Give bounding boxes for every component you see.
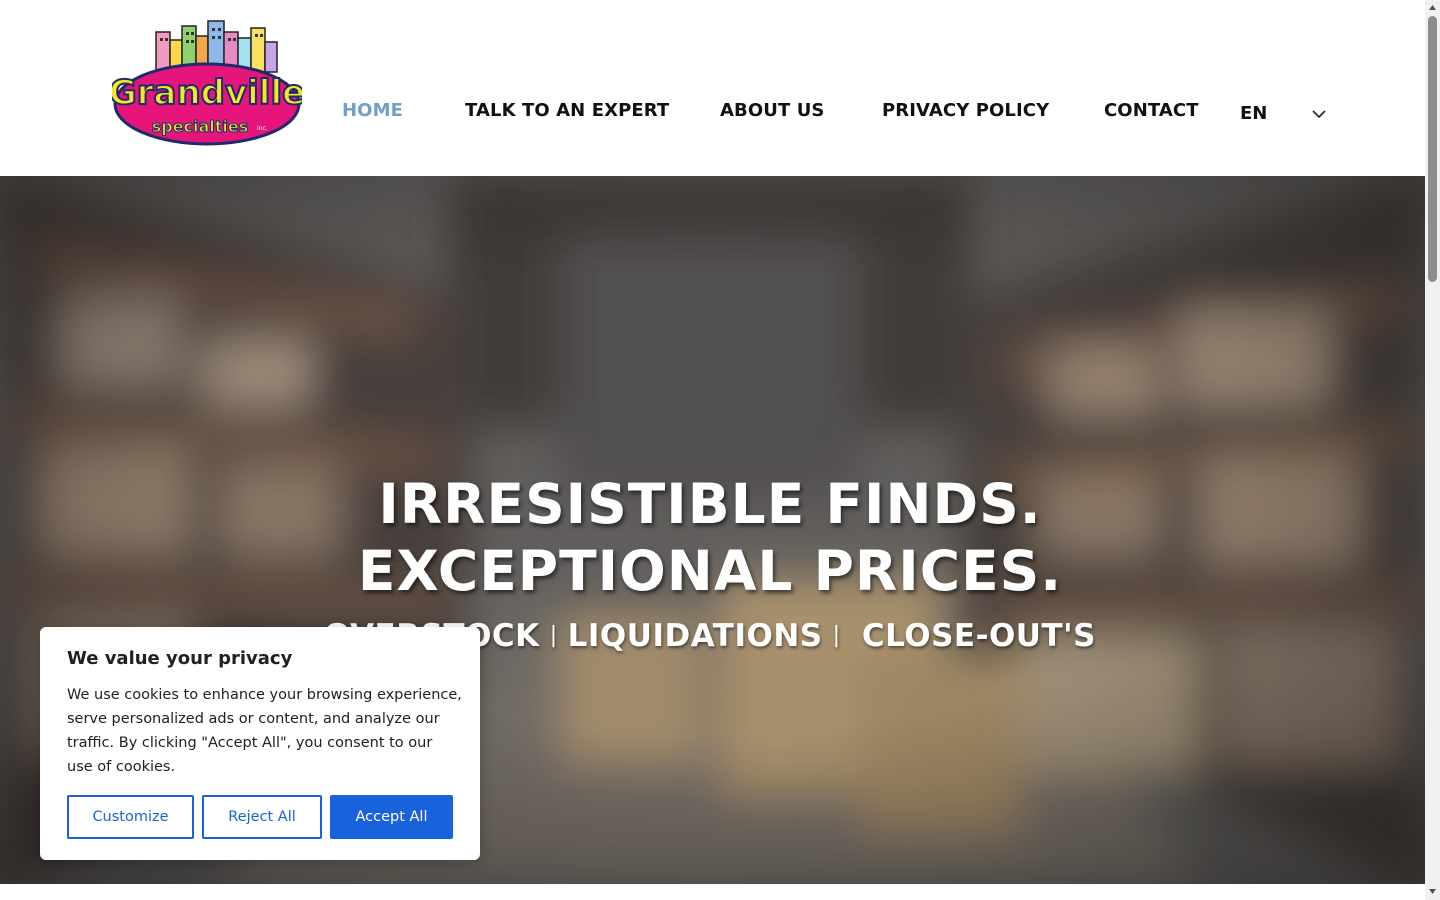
customize-button[interactable]: Customize (67, 795, 194, 839)
cookie-title: We value your privacy (67, 648, 293, 669)
tagline-item-close-outs: CLOSE-OUT'S (861, 618, 1096, 654)
nav-home[interactable]: HOME (342, 100, 403, 121)
scrollbar-thumb[interactable] (1428, 16, 1437, 282)
chevron-down-icon (1312, 110, 1326, 119)
cookie-description: We use cookies to enhance your browsing … (67, 687, 462, 775)
page-scrollbar[interactable] (1425, 0, 1440, 900)
tagline-separator: | (832, 623, 841, 648)
tagline-item-liquidations: LIQUIDATIONS (567, 618, 823, 654)
cookie-consent-banner: We value your privacy We use cookies to … (40, 627, 480, 860)
nav-contact[interactable]: CONTACT (1104, 100, 1199, 121)
main-nav: HOME TALK TO AN EXPERT ABOUT US PRIVACY … (0, 0, 1425, 176)
accept-all-button[interactable]: Accept All (330, 795, 453, 839)
triangle-down-icon[interactable] (1428, 887, 1437, 896)
triangle-up-icon[interactable] (1428, 3, 1437, 12)
nav-talk-to-an-expert[interactable]: TALK TO AN EXPERT (465, 100, 669, 121)
site-header: Grandville specialties inc. HOME TALK TO… (0, 0, 1425, 176)
language-label: EN (1240, 103, 1268, 124)
language-selector[interactable]: EN (1240, 103, 1330, 127)
nav-about-us[interactable]: ABOUT US (720, 100, 825, 121)
page-bottom-strip (0, 884, 1425, 900)
reject-all-button[interactable]: Reject All (202, 795, 322, 839)
hero-headline-line1: IRRESISTIBLE FINDS. (378, 472, 1042, 536)
hero-headline-line2: EXCEPTIONAL PRICES. (357, 539, 1063, 603)
nav-privacy-policy[interactable]: PRIVACY POLICY (882, 100, 1049, 121)
tagline-separator: | (549, 623, 558, 648)
